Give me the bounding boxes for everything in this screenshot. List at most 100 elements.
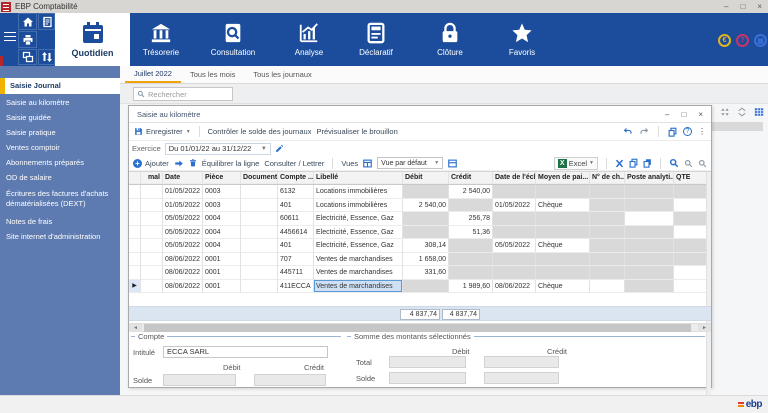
view-grid-icon[interactable]: [363, 159, 372, 168]
cell-qte[interactable]: [674, 212, 708, 226]
cell-qte[interactable]: [674, 226, 708, 240]
cell-piece[interactable]: 0001: [203, 280, 241, 294]
cell-debit[interactable]: 308,14: [403, 239, 449, 253]
column-header[interactable]: mal: [141, 172, 163, 184]
intitule-field[interactable]: ECCA SARL: [163, 346, 328, 358]
exercice-select[interactable]: Du 01/01/22 au 31/12/22 ▼: [165, 143, 271, 155]
cell-document[interactable]: [241, 239, 278, 253]
cell-ind[interactable]: [129, 226, 141, 240]
search-grid-icon[interactable]: [669, 158, 679, 168]
scroll-left-icon[interactable]: ◄: [129, 324, 142, 332]
cell-journal[interactable]: [141, 185, 163, 199]
grid-row[interactable]: 05/05/2022000460611Electricité, Essence,…: [129, 212, 711, 226]
cell-debit[interactable]: [403, 280, 449, 294]
cell-moyen[interactable]: Chèque: [536, 239, 590, 253]
cell-date[interactable]: 05/05/2022: [163, 239, 203, 253]
cell-qte[interactable]: [674, 253, 708, 267]
cell-credit[interactable]: [449, 253, 493, 267]
cell-date[interactable]: 08/06/2022: [163, 266, 203, 280]
edit-pencil-icon[interactable]: [275, 144, 284, 153]
sidebar-item[interactable]: Notes de frais: [0, 217, 120, 227]
view-edit-icon[interactable]: [448, 159, 457, 168]
cell-debit[interactable]: [403, 226, 449, 240]
currency-badge-icon[interactable]: €: [718, 34, 731, 47]
column-header[interactable]: Compte ...: [278, 172, 314, 184]
grid-row[interactable]: ▶08/06/20220001411ECCAVentes de marchand…: [129, 280, 711, 294]
cell-debit[interactable]: [403, 185, 449, 199]
redo-icon[interactable]: [639, 127, 649, 136]
cell-document[interactable]: [241, 185, 278, 199]
updown-icon[interactable]: [720, 107, 730, 117]
copy-icon[interactable]: [668, 127, 677, 137]
column-header[interactable]: Débit: [403, 172, 449, 184]
paste-icon[interactable]: [643, 158, 652, 168]
cell-piece[interactable]: 0003: [203, 185, 241, 199]
cell-poste[interactable]: [625, 280, 674, 294]
cell-credit[interactable]: [449, 266, 493, 280]
grid-row[interactable]: 08/06/20220001707Ventes de marchandises1…: [129, 253, 711, 267]
cell-compte[interactable]: 401: [278, 239, 314, 253]
cell-piece[interactable]: 0004: [203, 226, 241, 240]
close-icon[interactable]: ×: [757, 0, 762, 13]
cell-date[interactable]: 01/05/2022: [163, 185, 203, 199]
zoom-out-icon[interactable]: [684, 159, 693, 168]
sidebar-item[interactable]: Ventes comptoir: [0, 143, 120, 153]
cell-moyen[interactable]: [536, 226, 590, 240]
grid-icon[interactable]: [754, 107, 764, 117]
cell-cheque[interactable]: [590, 266, 625, 280]
cell-cheque[interactable]: [590, 239, 625, 253]
cell-libelle[interactable]: Ventes de marchandises: [314, 280, 403, 294]
cell-piece[interactable]: 0001: [203, 253, 241, 267]
cell-document[interactable]: [241, 212, 278, 226]
cell-echeance[interactable]: 01/05/2022: [493, 199, 536, 213]
cell-piece[interactable]: 0004: [203, 212, 241, 226]
cell-compte[interactable]: 6132: [278, 185, 314, 199]
cell-date[interactable]: 05/05/2022: [163, 226, 203, 240]
excel-export-button[interactable]: X Excel ▼: [554, 157, 598, 170]
child-maximize-icon[interactable]: □: [681, 110, 686, 119]
grid-horizontal-scrollbar[interactable]: ◄ ►: [129, 323, 711, 332]
cell-moyen[interactable]: [536, 212, 590, 226]
search-input[interactable]: Rechercher: [133, 87, 233, 101]
cell-ind[interactable]: [129, 253, 141, 267]
cell-libelle[interactable]: Ventes de marchandises: [314, 266, 403, 280]
cell-compte[interactable]: 4456614: [278, 226, 314, 240]
cell-debit[interactable]: 331,60: [403, 266, 449, 280]
ribbon-tab-analyse[interactable]: Analyse: [274, 13, 344, 66]
sidebar-item[interactable]: Site internet d'administration: [0, 232, 120, 242]
cell-journal[interactable]: [141, 226, 163, 240]
cell-poste[interactable]: [625, 199, 674, 213]
sort-arrows-icon[interactable]: [38, 49, 55, 65]
journal-icon[interactable]: [38, 13, 55, 30]
grid-row[interactable]: 01/05/202200036132Locations immobilières…: [129, 185, 711, 199]
cell-qte[interactable]: [674, 185, 708, 199]
cell-document[interactable]: [241, 253, 278, 267]
cell-piece[interactable]: 0004: [203, 239, 241, 253]
cell-echeance[interactable]: [493, 266, 536, 280]
child-minimize-icon[interactable]: –: [665, 110, 669, 119]
grid-row[interactable]: 05/05/20220004401Electricité, Essence, G…: [129, 239, 711, 253]
sidebar-item[interactable]: Saisie au kilomètre: [0, 98, 120, 108]
cell-compte[interactable]: 60611: [278, 212, 314, 226]
add-row-button[interactable]: + Ajouter: [133, 159, 169, 168]
cell-date[interactable]: 05/05/2022: [163, 212, 203, 226]
cell-compte[interactable]: 445711: [278, 266, 314, 280]
cell-credit[interactable]: 256,78: [449, 212, 493, 226]
tab-tous-les-mois[interactable]: Tous les mois: [181, 66, 244, 83]
cell-journal[interactable]: [141, 253, 163, 267]
cell-echeance[interactable]: 05/05/2022: [493, 239, 536, 253]
column-header[interactable]: Date: [163, 172, 203, 184]
cell-moyen[interactable]: Chèque: [536, 199, 590, 213]
cell-cheque[interactable]: [590, 185, 625, 199]
maximize-icon[interactable]: □: [740, 0, 745, 13]
cell-libelle[interactable]: Locations immobilières: [314, 199, 403, 213]
cell-document[interactable]: [241, 226, 278, 240]
sidebar-item[interactable]: Abonnements préparés: [0, 158, 120, 168]
cell-compte[interactable]: 401: [278, 199, 314, 213]
cell-libelle[interactable]: Electricité, Essence, Gaz: [314, 226, 403, 240]
grid-row[interactable]: 05/05/20220004 4456614Electricité, Essenc…: [129, 226, 711, 240]
sidebar-item[interactable]: Écritures des factures d'achats dématéri…: [0, 189, 120, 209]
cell-date[interactable]: 08/06/2022: [163, 253, 203, 267]
cell-journal[interactable]: [141, 239, 163, 253]
insert-arrow-icon[interactable]: [174, 159, 184, 168]
